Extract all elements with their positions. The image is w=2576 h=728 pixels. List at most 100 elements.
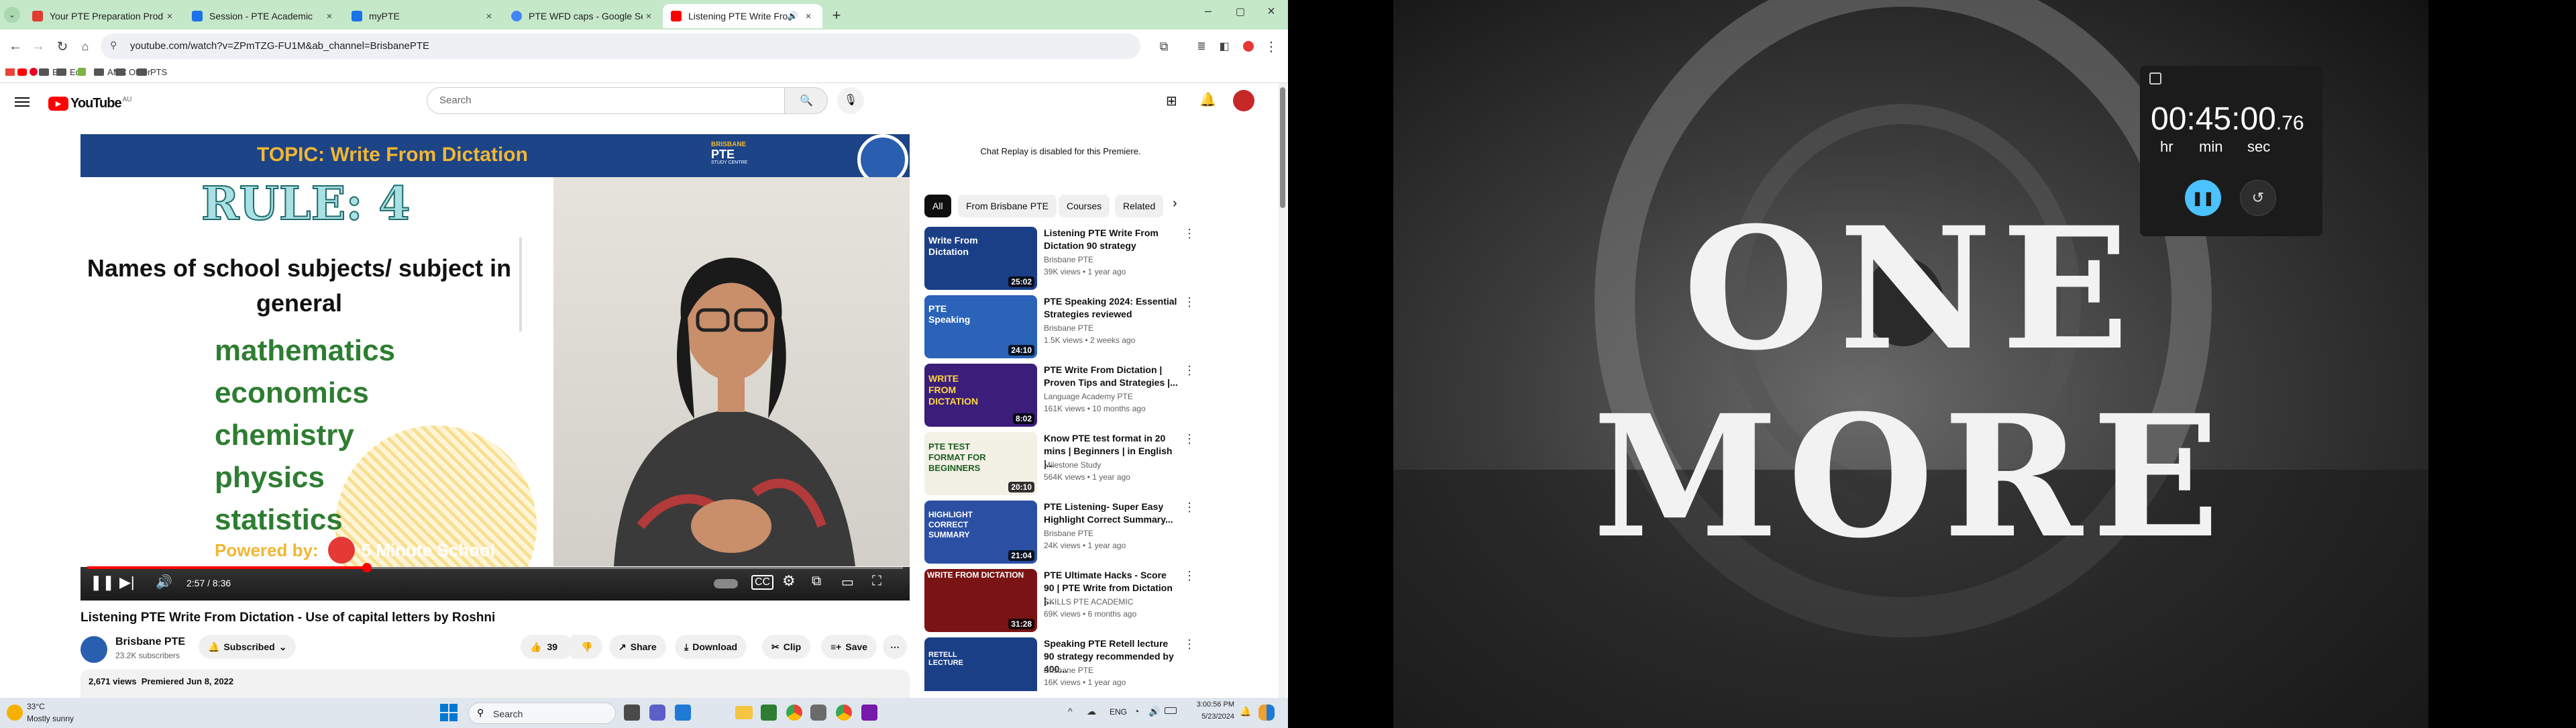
tab-4-active[interactable]: Listening PTE Write From D 🔊 × xyxy=(663,4,822,28)
battery-icon[interactable] xyxy=(1165,707,1177,714)
teams-icon[interactable] xyxy=(649,705,665,721)
file-explorer-icon[interactable] xyxy=(735,706,753,719)
chip-all[interactable]: All xyxy=(924,195,951,217)
close-icon[interactable]: × xyxy=(164,11,176,22)
theater-mode-icon[interactable]: ▭ xyxy=(841,574,854,590)
progress-scrubber[interactable] xyxy=(362,563,372,572)
extensions-icon[interactable]: ⧉ xyxy=(1154,36,1174,56)
recommendation-item[interactable]: RETELL LECTURE Speaking PTE Retell lectu… xyxy=(924,637,1287,698)
dislike-button[interactable]: 👎 xyxy=(572,635,602,659)
close-icon[interactable]: × xyxy=(802,11,814,22)
side-panel-icon[interactable]: ◧ xyxy=(1214,36,1234,56)
pinterest-bookmark-icon[interactable] xyxy=(30,68,38,76)
tab-search-button[interactable]: ⌄ xyxy=(4,7,20,23)
language-indicator[interactable]: ENG xyxy=(1110,707,1127,717)
recommendation-item[interactable]: WRITE FROM DICTATION 31:28 PTE Ultimate H… xyxy=(924,569,1287,633)
avatar[interactable] xyxy=(1233,90,1254,111)
chrome-profile-icon[interactable] xyxy=(836,705,852,721)
more-vertical-icon[interactable]: ⋮ xyxy=(1183,501,1195,515)
scrollbar-thumb[interactable] xyxy=(1280,87,1285,208)
next-icon[interactable]: ▶| xyxy=(119,574,135,591)
calendar-app-icon[interactable] xyxy=(761,705,777,721)
bookmark-favicon[interactable] xyxy=(78,68,86,76)
chips-next-chevron-icon[interactable]: › xyxy=(1173,196,1177,211)
new-tab-button[interactable]: + xyxy=(828,7,845,24)
channel-name[interactable]: Brisbane PTE xyxy=(115,636,185,648)
subtitles-icon[interactable]: CC xyxy=(751,575,774,590)
chrome-icon[interactable] xyxy=(786,705,802,721)
more-actions-button[interactable]: ⋯ xyxy=(883,635,907,659)
minimize-button[interactable]: – xyxy=(1198,4,1218,23)
notification-bell-icon[interactable]: 🔔 xyxy=(1240,706,1251,717)
recommendation-item[interactable]: HIGHLIGHT CORRECT SUMMARY 21:04 PTE Liste… xyxy=(924,501,1287,565)
share-button[interactable]: ↗ Share xyxy=(609,635,666,659)
task-view-icon[interactable] xyxy=(624,705,640,721)
fullscreen-icon[interactable]: ⛶ xyxy=(872,574,881,589)
clip-button[interactable]: ✂ Clip xyxy=(762,635,811,659)
reload-icon[interactable]: ↻ xyxy=(52,36,72,56)
weather-widget[interactable]: 33°C Mostly sunny xyxy=(7,700,87,726)
compact-overlay-icon[interactable] xyxy=(2149,72,2161,85)
download-button[interactable]: ⤓ Download xyxy=(675,635,747,659)
home-icon[interactable]: ⌂ xyxy=(75,36,95,56)
clock-time[interactable]: 3:00:56 PM xyxy=(1187,700,1234,709)
save-button[interactable]: ≡+ Save xyxy=(821,635,877,659)
miniplayer-icon[interactable]: ⧉ xyxy=(812,574,821,589)
search-button[interactable]: 🔍 xyxy=(785,87,828,114)
recommendation-item[interactable]: WRITE FROM DICTATION 8:02 PTE Write From … xyxy=(924,364,1287,428)
close-icon[interactable]: × xyxy=(643,11,655,22)
recommendation-item[interactable]: PTE TEST FORMAT FOR BEGINNERS 20:10 Know … xyxy=(924,432,1287,497)
vscode-icon[interactable] xyxy=(675,705,691,721)
menu-kebab-icon[interactable]: ⋮ xyxy=(1261,36,1281,56)
youtube-logo[interactable]: ▶ YouTube AU xyxy=(48,95,131,111)
more-vertical-icon[interactable]: ⋮ xyxy=(1183,432,1195,446)
wifi-icon[interactable]: ◔ xyxy=(1134,706,1139,717)
timer-pause-button[interactable]: ❚❚ xyxy=(2185,180,2221,216)
back-icon[interactable]: ← xyxy=(5,36,25,56)
tab-1[interactable]: Session - PTE Academic × xyxy=(184,4,343,28)
notes-app-icon[interactable] xyxy=(810,705,826,721)
taskbar-search[interactable]: ⚲ Search xyxy=(468,703,616,724)
close-window-button[interactable]: × xyxy=(1261,4,1281,23)
tray-chevron-icon[interactable]: ^ xyxy=(1068,706,1073,717)
cloud-icon[interactable]: ☁ xyxy=(1087,706,1096,717)
create-icon[interactable]: ⊞ xyxy=(1166,93,1177,109)
like-button[interactable]: 👍 39 xyxy=(521,635,574,659)
close-icon[interactable]: × xyxy=(323,11,335,22)
description-box[interactable]: 2,671 views Premiered Jun 8, 2022 xyxy=(80,670,910,698)
address-bar[interactable]: ⚲ youtube.com/watch?v=ZPmTZG-FU1M&ab_cha… xyxy=(101,34,1140,59)
forward-icon[interactable]: → xyxy=(28,36,48,56)
settings-gear-icon[interactable]: ⚙ xyxy=(782,572,796,590)
volume-icon[interactable]: 🔊 xyxy=(1148,706,1160,717)
volume-icon[interactable]: 🔊 xyxy=(156,574,172,590)
site-info-icon[interactable]: ⚲ xyxy=(110,40,117,51)
speaker-icon[interactable]: 🔊 xyxy=(788,11,798,21)
channel-avatar[interactable] xyxy=(80,636,107,663)
subscribed-button[interactable]: 🔔 Subscribed ⌄ xyxy=(199,635,297,659)
clock-date[interactable]: 5/23/2024 xyxy=(1187,713,1234,721)
chip-related[interactable]: Related xyxy=(1115,195,1164,217)
more-vertical-icon[interactable]: ⋮ xyxy=(1183,295,1195,309)
chip-courses[interactable]: Courses xyxy=(1059,195,1110,217)
page-scrollbar[interactable] xyxy=(1279,83,1287,698)
profile-icon[interactable] xyxy=(1238,36,1258,56)
recommendation-item[interactable]: Write From Dictation 25:02 Listening PTE … xyxy=(924,227,1287,291)
start-button[interactable] xyxy=(440,704,458,721)
close-icon[interactable]: × xyxy=(483,11,495,22)
purple-app-icon[interactable] xyxy=(861,705,877,721)
pause-icon[interactable]: ❚❚ xyxy=(90,574,115,591)
tab-0[interactable]: Your PTE Preparation Product × xyxy=(24,4,184,28)
tab-3[interactable]: PTE WFD caps - Google Search × xyxy=(503,4,663,28)
video-player[interactable]: TOPIC: Write From Dictation BRISBANE PTE… xyxy=(80,134,910,601)
chip-from-channel[interactable]: From Brisbane PTE xyxy=(958,195,1057,217)
autoplay-toggle[interactable] xyxy=(714,579,738,588)
youtube-bookmark-icon[interactable] xyxy=(17,68,27,76)
more-vertical-icon[interactable]: ⋮ xyxy=(1183,227,1195,241)
recommendation-item[interactable]: PTE Speaking 24:10 PTE Speaking 2024: Ess… xyxy=(924,295,1287,360)
voice-search-button[interactable]: 🎙 xyxy=(837,87,864,114)
maximize-button[interactable]: ▢ xyxy=(1230,5,1250,24)
bookmark-folder-pts[interactable]: PTS xyxy=(137,67,167,77)
copilot-icon[interactable] xyxy=(1258,705,1275,721)
hamburger-menu-icon[interactable] xyxy=(15,95,30,107)
gmail-bookmark-icon[interactable] xyxy=(5,68,15,76)
